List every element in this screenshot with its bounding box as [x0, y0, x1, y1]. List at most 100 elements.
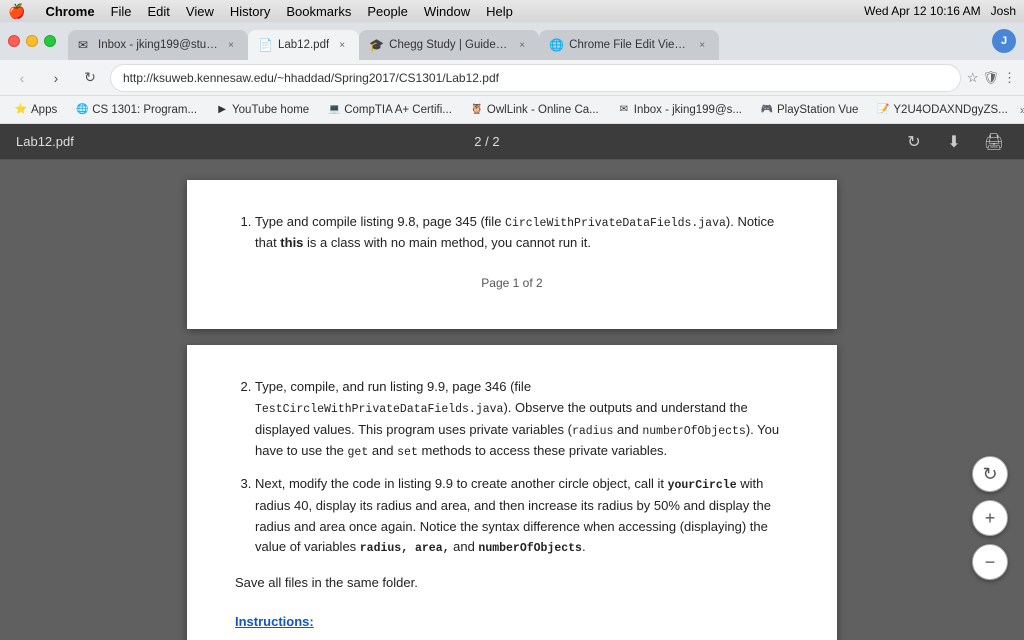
tab-favicon-inbox: ✉ [78, 38, 92, 52]
code-radius-bold: radius, area, [360, 542, 450, 555]
menubar-time: Wed Apr 12 10:16 AM [864, 4, 981, 18]
pdf-toolbar-icons: ↻ ⬇ 🖨 [900, 128, 1008, 156]
code-circle-file: CircleWithPrivateDataFields.java [505, 217, 726, 230]
inbox-icon: ✉ [617, 103, 631, 117]
pdf-rotate-fab[interactable]: ↻ [972, 456, 1008, 492]
comptia-icon: 💻 [327, 103, 341, 117]
pdf-page-info: 2 / 2 [474, 134, 499, 149]
bookmark-inbox[interactable]: ✉ Inbox - jking199@s... [611, 101, 748, 119]
tab-favicon-lab12: 📄 [258, 38, 272, 52]
tab-chrome-history[interactable]: 🌐 Chrome File Edit View History × [539, 30, 719, 60]
tab-close-chrome[interactable]: × [695, 38, 709, 52]
code-your-circle: yourCircle [668, 479, 737, 492]
code-test-circle-file: TestCircleWithPrivateDataFields.java [255, 403, 503, 416]
close-button[interactable] [8, 35, 20, 47]
apple-menu[interactable]: 🍎 [8, 3, 25, 20]
reload-button[interactable]: ↻ [76, 64, 104, 92]
tab-chegg[interactable]: 🎓 Chegg Study | Guided Solutio... × [359, 30, 539, 60]
code-radius: radius [572, 425, 613, 438]
bookmark-y2u4[interactable]: 📝 Y2U4ODAXNDgyZS... [870, 101, 1013, 119]
bookmark-playstation[interactable]: 🎮 PlayStation Vue [754, 101, 864, 119]
pdf-item-3: Next, modify the code in listing 9.9 to … [255, 474, 789, 558]
pdf-zoom-out-fab[interactable]: − [972, 544, 1008, 580]
file-menu[interactable]: File [111, 4, 132, 19]
bookmark-cs1301[interactable]: 🌐 CS 1301: Program... [69, 101, 203, 119]
tab-title-chrome: Chrome File Edit View History [569, 39, 689, 51]
youtube-icon: ▶ [215, 103, 229, 117]
people-menu[interactable]: People [367, 4, 407, 19]
tab-inbox[interactable]: ✉ Inbox - jking199@students.ke... × [68, 30, 248, 60]
tab-close-lab12[interactable]: × [335, 38, 349, 52]
bookmark-label-playstation: PlayStation Vue [777, 104, 858, 116]
tab-title-lab12: Lab12.pdf [278, 39, 329, 51]
bookmark-comptia[interactable]: 💻 CompTIA A+ Certifi... [321, 101, 458, 119]
address-input[interactable] [110, 64, 961, 92]
bookmark-label-y2u4: Y2U4ODAXNDgyZS... [893, 104, 1007, 116]
tab-title-chegg: Chegg Study | Guided Solutio... [389, 39, 509, 51]
bookmarks-menu[interactable]: Bookmarks [286, 4, 351, 19]
tab-close-chegg[interactable]: × [515, 38, 529, 52]
tab-title-inbox: Inbox - jking199@students.ke... [98, 39, 218, 51]
view-menu[interactable]: View [186, 4, 214, 19]
pdf-zoom-in-fab[interactable]: + [972, 500, 1008, 536]
instructions-title: Instructions: [235, 612, 789, 633]
window-menu[interactable]: Window [424, 4, 470, 19]
back-button[interactable]: ‹ [8, 64, 36, 92]
extension-icon[interactable]: 🛡 [982, 70, 999, 86]
pdf-download-button[interactable]: ⬇ [940, 128, 968, 156]
bookmark-star-icon[interactable]: ☆ [967, 70, 979, 86]
mac-menu-bar: 🍎 Chrome File Edit View History Bookmark… [0, 0, 1024, 22]
owllink-icon: 🦉 [470, 103, 484, 117]
traffic-lights [8, 35, 56, 47]
maximize-button[interactable] [44, 35, 56, 47]
bookmark-label-comptia: CompTIA A+ Certifi... [344, 104, 452, 116]
address-icons: ☆ 🛡 ⋮ [967, 70, 1016, 86]
pdf-page-1: Type and compile listing 9.8, page 345 (… [187, 180, 837, 329]
help-menu[interactable]: Help [486, 4, 513, 19]
overflow-icon[interactable]: ⋮ [1003, 70, 1016, 86]
app-name[interactable]: Chrome [45, 4, 94, 19]
bookmark-apps[interactable]: ⭐ Apps [8, 101, 63, 119]
pdf-item-2: Type, compile, and run listing 9.9, page… [255, 377, 789, 462]
user-avatar[interactable]: J [992, 29, 1016, 53]
pdf-rotate-button[interactable]: ↻ [900, 128, 928, 156]
pdf-print-button[interactable]: 🖨 [980, 128, 1008, 156]
bookmark-owllink[interactable]: 🦉 OwlLink - Online Ca... [464, 101, 605, 119]
pdf-toolbar: Lab12.pdf 2 / 2 ↻ ⬇ 🖨 [0, 124, 1024, 160]
bookmarks-bar: ⭐ Apps 🌐 CS 1301: Program... ▶ YouTube h… [0, 96, 1024, 124]
pdf-title: Lab12.pdf [16, 134, 74, 149]
pdf-page-2: Type, compile, and run listing 9.9, page… [187, 345, 837, 640]
tab-lab12[interactable]: 📄 Lab12.pdf × [248, 30, 359, 60]
minimize-button[interactable] [26, 35, 38, 47]
history-menu[interactable]: History [230, 4, 270, 19]
tab-close-inbox[interactable]: × [224, 38, 238, 52]
address-bar: ‹ › ↻ ☆ 🛡 ⋮ [0, 60, 1024, 96]
bookmark-youtube[interactable]: ▶ YouTube home [209, 101, 315, 119]
apps-icon: ⭐ [14, 103, 28, 117]
bookmark-label-cs1301: CS 1301: Program... [92, 104, 197, 116]
bookmarks-more-button[interactable]: » [1020, 103, 1024, 117]
tab-favicon-chegg: 🎓 [369, 38, 383, 52]
code-num-objects-bold: numberOfObjects [478, 542, 582, 555]
bookmark-label-owllink: OwlLink - Online Ca... [487, 104, 599, 116]
bookmark-label-apps: Apps [31, 104, 57, 116]
pdf-item-1: Type and compile listing 9.8, page 345 (… [255, 212, 789, 254]
forward-button[interactable]: › [42, 64, 70, 92]
pdf-content: Type and compile listing 9.8, page 345 (… [0, 160, 1024, 640]
tabs-bar: ✉ Inbox - jking199@students.ke... × 📄 La… [68, 22, 988, 60]
code-get: get [348, 446, 369, 459]
bookmark-label-youtube: YouTube home [232, 104, 309, 116]
menubar-user: Josh [991, 4, 1016, 18]
code-set: set [397, 446, 418, 459]
code-num-objects: numberOfObjects [642, 425, 746, 438]
pdf-page-controls: 2 / 2 [74, 134, 900, 149]
fab-container: ↻ + − [972, 456, 1008, 580]
bookmark-label-inbox: Inbox - jking199@s... [634, 104, 742, 116]
y2u4-icon: 📝 [876, 103, 890, 117]
tab-favicon-chrome: 🌐 [549, 38, 563, 52]
save-text: Save all files in the same folder. [235, 573, 789, 594]
edit-menu[interactable]: Edit [148, 4, 170, 19]
cs1301-icon: 🌐 [75, 103, 89, 117]
playstation-icon: 🎮 [760, 103, 774, 117]
chrome-titlebar: ✉ Inbox - jking199@students.ke... × 📄 La… [0, 22, 1024, 60]
